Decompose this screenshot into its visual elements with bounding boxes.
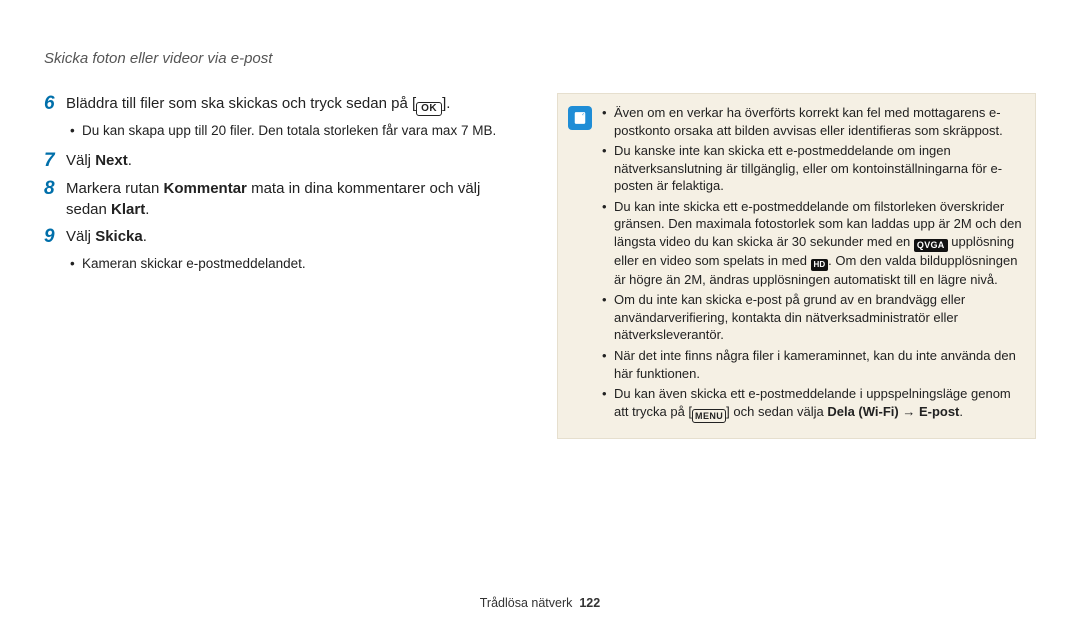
hd-icon: HD xyxy=(811,259,829,271)
step-text-bold: Kommentar xyxy=(164,180,247,197)
note-box: Även om en verkar ha överförts korrekt k… xyxy=(557,93,1036,439)
step-text-bold: Klart xyxy=(111,201,145,218)
step-9-sub: Kameran skickar e-postmeddelandet. xyxy=(68,255,523,273)
footer-section: Trådlösa nätverk xyxy=(480,596,573,610)
left-column: 6 Bläddra till filer som ska skickas och… xyxy=(44,93,529,439)
note-bullet-1: Även om en verkar ha överförts korrekt k… xyxy=(602,104,1023,139)
note-bullet-3: Du kan inte skicka ett e-postmeddelande … xyxy=(602,198,1023,289)
manual-page: Skicka foton eller videor via e-post 6 B… xyxy=(0,0,1080,630)
ok-button-icon: OK xyxy=(416,102,442,116)
step-7: 7 Välj Next. xyxy=(44,150,523,173)
note-glyph-icon xyxy=(573,109,587,127)
step-body: Markera rutan Kommentar mata in dina kom… xyxy=(66,178,523,220)
step-text-post: . xyxy=(145,201,149,218)
step-number: 9 xyxy=(44,226,66,249)
step-9: 9 Välj Skicka. xyxy=(44,226,523,249)
step-text-post: . xyxy=(128,152,132,169)
step-text-post: . xyxy=(143,228,147,245)
step-text-bold: Next xyxy=(95,152,128,169)
step-text-pre: Välj xyxy=(66,228,95,245)
step-6-sub: Du kan skapa upp till 20 filer. Den tota… xyxy=(68,122,523,140)
note-bullet-6: Du kan även skicka ett e-postmeddelande … xyxy=(602,385,1023,423)
step-number: 7 xyxy=(44,150,66,173)
step-text-post: ]. xyxy=(442,95,450,112)
qvga-icon: QVGA xyxy=(914,239,948,252)
step-text-bold: Skicka xyxy=(95,228,143,245)
note-bullet-4: Om du inte kan skicka e-post på grund av… xyxy=(602,291,1023,344)
note-bullet-2: Du kanske inte kan skicka ett e-postmedd… xyxy=(602,142,1023,195)
step-number: 8 xyxy=(44,178,66,201)
step-body: Välj Next. xyxy=(66,150,523,171)
note-text-bold: Dela (Wi-Fi) → E-post xyxy=(827,404,959,419)
step-body: Bläddra till filer som ska skickas och t… xyxy=(66,93,523,116)
page-title: Skicka foton eller videor via e-post xyxy=(44,50,1036,67)
page-footer: Trådlösa nätverk 122 xyxy=(0,596,1080,610)
footer-page-number: 122 xyxy=(579,596,600,610)
content-columns: 6 Bläddra till filer som ska skickas och… xyxy=(44,93,1036,439)
step-text-pre: Välj xyxy=(66,152,95,169)
step-8: 8 Markera rutan Kommentar mata in dina k… xyxy=(44,178,523,220)
step-body: Välj Skicka. xyxy=(66,226,523,247)
note-icon xyxy=(568,106,592,130)
note-text: . xyxy=(959,404,963,419)
note-bullet-5: När det inte finns några filer i kameram… xyxy=(602,347,1023,382)
step-6: 6 Bläddra till filer som ska skickas och… xyxy=(44,93,523,116)
note-text: ] och sedan välja xyxy=(726,404,827,419)
note-list: Även om en verkar ha överförts korrekt k… xyxy=(602,104,1023,426)
right-column: Även om en verkar ha överförts korrekt k… xyxy=(557,93,1036,439)
step-text-pre: Bläddra till filer som ska skickas och t… xyxy=(66,95,416,112)
menu-button-icon: MENU xyxy=(692,409,726,423)
step-text-pre: Markera rutan xyxy=(66,180,164,197)
step-number: 6 xyxy=(44,93,66,116)
